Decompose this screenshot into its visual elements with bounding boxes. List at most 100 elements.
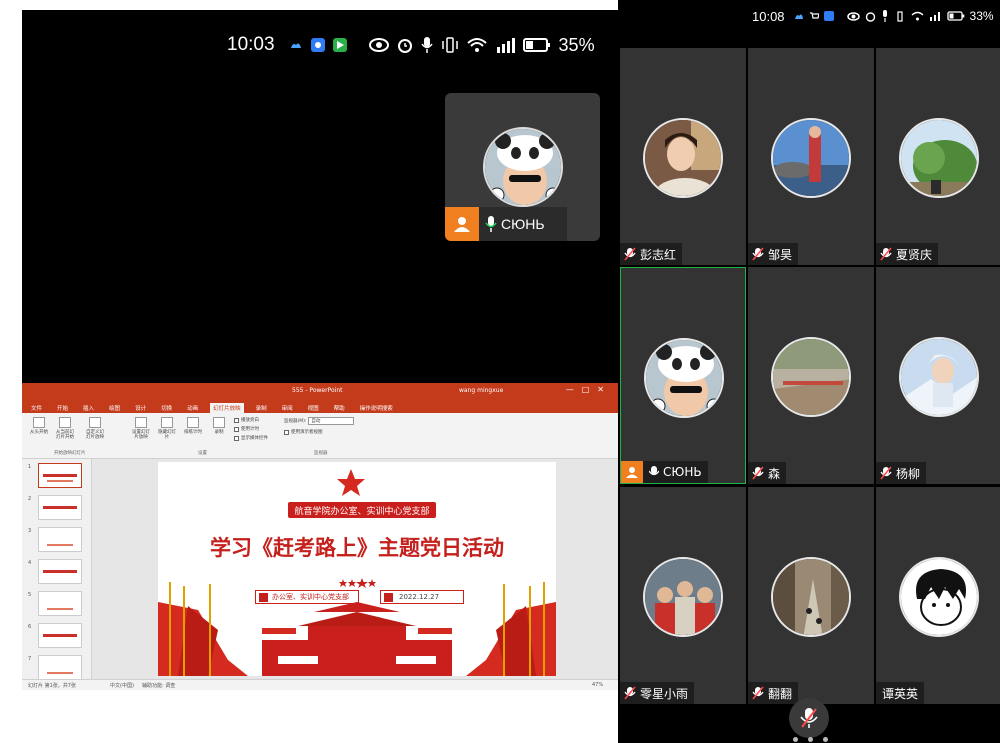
self-preview-label: СЮНЬ — [445, 207, 567, 241]
signal-icon — [495, 37, 515, 53]
participant-tile-active[interactable]: СЮНЬ — [620, 267, 746, 484]
custom-show-icon — [89, 417, 101, 428]
participant-tile[interactable]: 杨柳 — [876, 267, 1000, 484]
checkbox — [284, 429, 289, 435]
signal-icon — [929, 11, 942, 21]
slide-thumbnail[interactable]: 4 — [28, 559, 82, 584]
tab-search[interactable]: 操作说明搜索 — [357, 403, 396, 413]
rehearse-button[interactable]: 排练计时 — [182, 417, 204, 443]
tab-help[interactable]: 帮助 — [331, 403, 348, 413]
media-checkbox[interactable]: 显示媒体控件 — [234, 435, 268, 441]
tab-review[interactable]: 审阅 — [279, 403, 296, 413]
checkbox — [234, 426, 239, 432]
participant-label: 夏贤庆 — [876, 243, 939, 265]
accessibility-status[interactable]: 辅助功能: 调查 — [142, 682, 175, 689]
ppt-editor-area: 1 2 3 4 5 6 7 航音学院办公室、实训中心党支部 学习《赶考路上》主题… — [22, 459, 618, 680]
tab-slideshow[interactable]: 幻灯片放映 — [210, 403, 244, 413]
right-phone-screen: 10:08 33% 彭志红 邹昊 夏贤庆 СЮНЬ 森 杨柳 零星小雨 翻翻 谭… — [618, 0, 1000, 743]
play-store-icon — [332, 38, 347, 52]
microphone-muted-icon — [752, 247, 764, 261]
tab-transitions[interactable]: 切换 — [158, 403, 175, 413]
zoom-level[interactable]: 47% — [592, 682, 603, 688]
participant-label: 杨柳 — [876, 462, 927, 484]
checkbox — [234, 417, 239, 423]
slide-thumbnail[interactable]: 6 — [28, 623, 82, 648]
presenter-view-checkbox[interactable]: 使用演示者视图 — [284, 429, 323, 435]
tab-insert[interactable]: 插入 — [80, 403, 97, 413]
tab-animations[interactable]: 动画 — [184, 403, 201, 413]
microphone-muted-icon — [800, 708, 818, 728]
eye-icon — [368, 38, 389, 52]
tiananmen-decoration-icon — [158, 582, 556, 676]
page-dot[interactable] — [823, 737, 828, 742]
participant-label: 森 — [748, 462, 787, 484]
slide-thumbnails: 1 2 3 4 5 6 7 — [22, 459, 92, 680]
tab-view[interactable]: 视图 — [305, 403, 322, 413]
timer-icon — [187, 417, 199, 428]
tab-home[interactable]: 开始 — [54, 403, 71, 413]
group-label: 开始放映幻灯片 — [54, 451, 86, 456]
participant-label: 彭志红 — [620, 243, 683, 265]
from-start-button[interactable]: 从头开始 — [28, 417, 50, 443]
app-icon — [310, 38, 325, 52]
page-dot[interactable] — [808, 737, 813, 742]
microphone-toggle-button[interactable] — [789, 698, 829, 738]
slide-thumbnail[interactable]: 1 — [28, 463, 82, 488]
battery-icon — [522, 37, 551, 53]
left-phone-screen: 10:03 35% СЮНЬ 555 - PowerPoint wang min… — [22, 10, 618, 690]
right-status-bar: 10:08 33% — [752, 7, 994, 25]
settings-icon — [135, 417, 147, 428]
participant-tile[interactable]: 零星小雨 — [620, 487, 746, 704]
tab-record[interactable]: 录制 — [253, 403, 270, 413]
microphone-icon — [420, 36, 433, 54]
tab-file[interactable]: 文件 — [28, 403, 45, 413]
cloud-icon — [289, 40, 303, 50]
alarm-icon — [397, 37, 413, 53]
participant-tile[interactable]: 翻翻 — [748, 487, 874, 704]
setup-show-button[interactable]: 设置幻灯片放映 — [130, 417, 152, 443]
participant-tile[interactable]: 邹昊 — [748, 48, 874, 265]
battery-percent: 35% — [558, 34, 595, 55]
tab-design[interactable]: 设计 — [132, 403, 149, 413]
microphone-muted-icon — [752, 686, 764, 700]
tab-draw[interactable]: 绘图 — [106, 403, 123, 413]
avatar — [899, 118, 979, 198]
avatar — [483, 127, 563, 207]
microphone-muted-icon — [752, 466, 764, 480]
avatar — [899, 557, 979, 637]
from-current-button[interactable]: 从当前幻灯片开始 — [54, 417, 76, 443]
avatar — [771, 118, 851, 198]
participant-tile[interactable]: 夏贤庆 — [876, 48, 1000, 265]
self-video-preview[interactable]: СЮНЬ — [445, 93, 600, 241]
record-button[interactable]: 录制 — [208, 417, 230, 443]
app-icon — [823, 11, 834, 21]
slide-thumbnail[interactable]: 2 — [28, 495, 82, 520]
slide-thumbnail[interactable]: 3 — [28, 527, 82, 552]
alarm-icon — [865, 11, 876, 22]
red-star-icon — [337, 469, 365, 496]
participant-tile[interactable]: 彭志红 — [620, 48, 746, 265]
participant-label: 邹昊 — [748, 243, 799, 265]
participant-label: 翻翻 — [748, 682, 799, 704]
narration-checkbox[interactable]: 播放旁白 — [234, 417, 259, 423]
page-dot[interactable] — [793, 737, 798, 742]
participant-tile[interactable]: 森 — [748, 267, 874, 484]
checkbox — [234, 435, 239, 441]
hide-slide-button[interactable]: 隐藏幻灯片 — [156, 417, 178, 443]
slide-thumbnail[interactable]: 7 — [28, 655, 82, 680]
group-label: 设置 — [198, 451, 207, 456]
participant-tile[interactable]: 谭英英 — [876, 487, 1000, 704]
window-controls[interactable]: —□✕ — [566, 385, 612, 394]
wifi-icon — [466, 37, 487, 53]
ppt-ribbon: 从头开始 从当前幻灯片开始 自定义幻灯片放映 设置幻灯片放映 隐藏幻灯片 排练计… — [22, 413, 618, 459]
screenshot-composite: 10:03 35% СЮНЬ 555 - PowerPoint wang min… — [0, 0, 1000, 743]
participant-label: 谭英英 — [876, 682, 925, 704]
slide-thumbnail[interactable]: 5 — [28, 591, 82, 616]
monitor-select[interactable]: 监视器(M): 自动 — [284, 417, 355, 425]
slide-canvas[interactable]: 航音学院办公室、实训中心党支部 学习《赶考路上》主题党日活动 办公室、实训中心党… — [158, 462, 556, 676]
avatar — [643, 557, 723, 637]
custom-show-button[interactable]: 自定义幻灯片放映 — [84, 417, 106, 443]
avatar — [899, 337, 979, 417]
slide-count: 幻灯片 第1张，共7张 — [28, 682, 76, 689]
timing-checkbox[interactable]: 使用计时 — [234, 426, 259, 432]
